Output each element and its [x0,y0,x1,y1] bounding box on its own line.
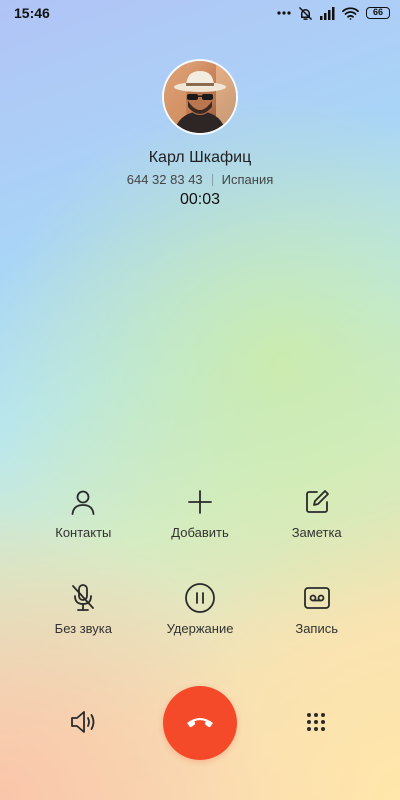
meta-divider [211,173,213,186]
alarm-off-icon [298,6,313,21]
person-icon [65,484,101,520]
contacts-label: Контакты [55,525,112,540]
mic-off-icon [65,580,101,616]
action-row: Контакты Добавить Заметка [0,484,400,580]
end-call-icon [185,714,215,733]
phone-number: 644 32 83 43 [126,172,203,187]
speaker-button[interactable] [66,708,102,740]
keypad-button[interactable] [298,708,334,740]
battery-icon: 66 [366,7,390,19]
call-timer: 00:03 [179,191,221,208]
more-dots-icon [277,11,291,15]
pause-icon [182,580,218,616]
hold-button[interactable]: Удержание [142,580,259,676]
note-label: Заметка [291,525,342,540]
record-button[interactable]: Запись [258,580,375,676]
record-label: Запись [295,621,338,636]
status-icons: 66 [277,4,390,22]
wifi-icon [342,6,359,20]
add-call-label: Добавить [171,525,229,540]
end-call-button[interactable] [163,686,237,760]
dialpad-icon [305,711,327,738]
bottom-controls [0,686,400,762]
contact-name: Карл Шкафиц [148,149,252,166]
note-edit-icon [299,484,335,520]
speaker-icon [69,709,99,740]
mute-label: Без звука [54,621,112,636]
status-time: 15:46 [14,5,50,21]
add-call-button[interactable]: Добавить [142,484,259,580]
note-button[interactable]: Заметка [258,484,375,580]
action-row: Без звука Удержание Запись [0,580,400,676]
contacts-button[interactable]: Контакты [25,484,142,580]
contact-meta: 644 32 83 43 Испания [0,172,400,187]
plus-icon [182,484,218,520]
record-icon [299,580,335,616]
signal-icon [320,6,335,20]
hold-label: Удержание [166,621,234,636]
status-bar: 15:46 66 [0,0,400,26]
caller-location: Испания [221,172,274,187]
call-actions: Контакты Добавить Заметка Без звука Удер… [0,484,400,676]
mute-button[interactable]: Без звука [25,580,142,676]
contact-avatar [164,61,236,133]
